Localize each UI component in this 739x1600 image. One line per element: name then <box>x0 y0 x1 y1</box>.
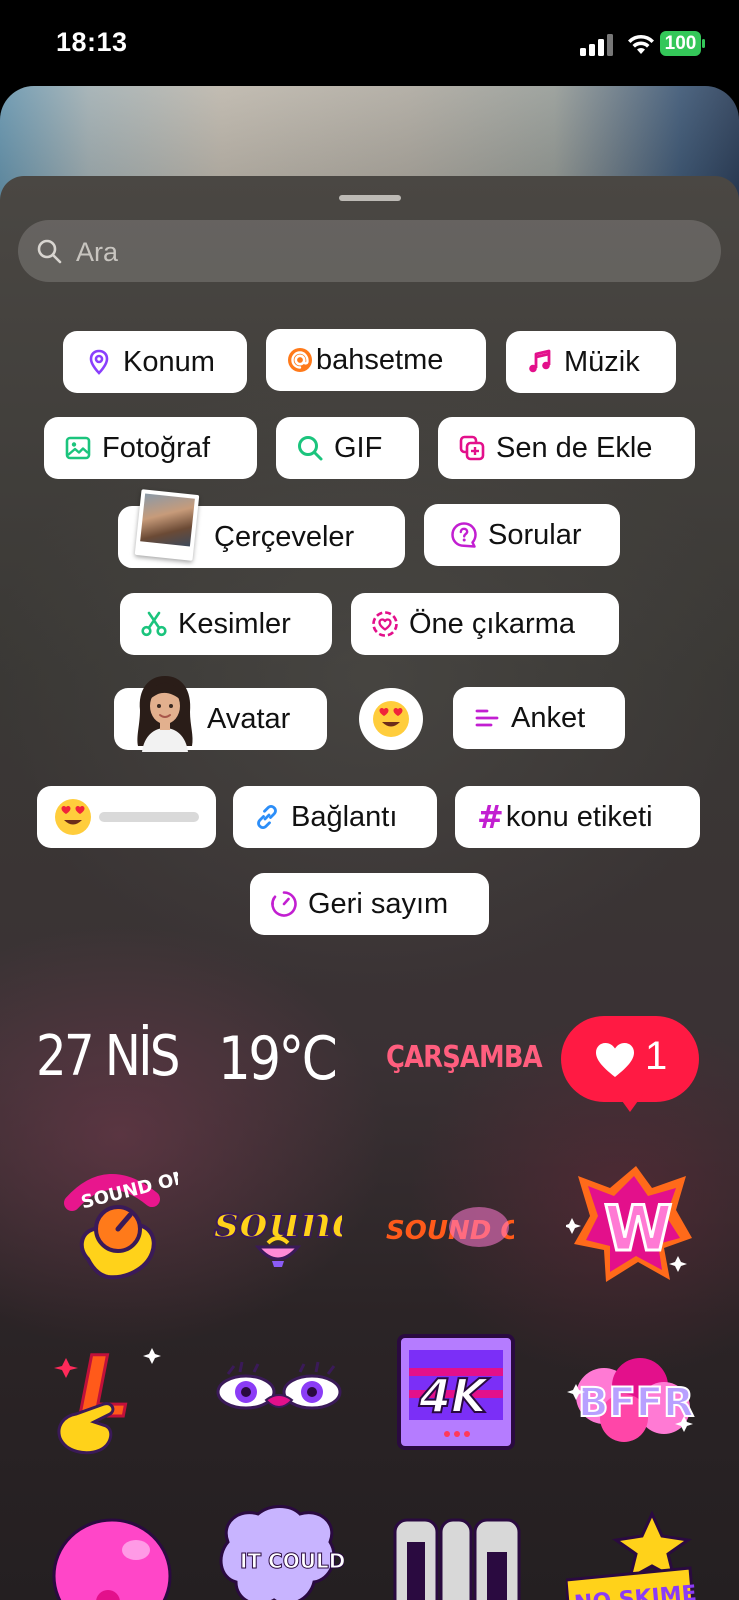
chip-label: Sorular <box>488 518 582 551</box>
countdown-timer-icon <box>270 890 298 918</box>
music-note-icon <box>526 348 554 376</box>
scissors-cutout-icon <box>140 610 168 638</box>
mention-icon <box>286 346 314 374</box>
sticker-text: sound <box>213 1197 342 1248</box>
sticker-sound-on-text[interactable]: SOUND ON! <box>384 1163 514 1293</box>
sticker-l-hand[interactable]: L <box>48 1334 178 1464</box>
chip-konum[interactable]: Konum <box>63 331 247 393</box>
sticker-4k-tv[interactable]: 4K <box>393 1328 523 1458</box>
battery-level: 100 <box>664 33 697 54</box>
heart-eyes-emoji-icon <box>55 799 91 835</box>
chip-label: Öne çıkarma <box>409 607 575 640</box>
status-bar: 18:13 100 <box>0 0 739 88</box>
location-pin-icon <box>85 348 113 376</box>
chip-kesimler[interactable]: Kesimler <box>120 593 332 655</box>
polaroid-frame-thumbnail <box>134 489 200 561</box>
chip-label: Geri sayım <box>308 887 449 920</box>
sticker-text: BFFR <box>578 1380 694 1426</box>
link-icon <box>253 803 281 831</box>
hashtag-icon: # <box>477 798 504 836</box>
chip-label: konu etiketi <box>505 800 653 833</box>
sticker-text: SOUND ON <box>79 1166 178 1213</box>
wifi-icon <box>628 34 654 54</box>
chip-label: Anket <box>511 701 586 734</box>
sticker-text: W <box>604 1192 672 1265</box>
chip-label: Fotoğraf <box>102 431 210 464</box>
chip-label: Sen de Ekle <box>496 431 653 464</box>
status-time: 18:13 <box>56 27 128 57</box>
chip-label: Konum <box>123 345 215 378</box>
chip-fotograf[interactable]: Fotoğraf <box>44 417 257 479</box>
chip-label: Müzik <box>564 345 640 378</box>
avatar-thumbnail <box>137 676 193 752</box>
chip-konu-etiketi[interactable]: # konu etiketi <box>455 786 700 848</box>
add-yours-icon <box>458 434 486 462</box>
chip-geri-sayim[interactable]: Geri sayım <box>250 873 489 935</box>
photo-icon <box>64 434 92 462</box>
search-input[interactable] <box>74 220 678 284</box>
like-count: 1 <box>645 1034 668 1078</box>
poll-icon <box>473 704 501 732</box>
sticker-sound-on-knob[interactable]: SOUND ON <box>48 1163 178 1293</box>
heart-eyes-emoji-icon <box>373 701 409 737</box>
gif-search-icon <box>296 434 324 462</box>
chip-anket[interactable]: Anket <box>453 687 625 749</box>
chip-label: Bağlantı <box>291 800 398 833</box>
temperature-sticker[interactable]: 19°C <box>218 1024 338 1094</box>
heart-icon <box>596 1043 634 1077</box>
chip-bahsetme[interactable]: bahsetme <box>266 329 486 391</box>
chip-label: Avatar <box>207 702 291 735</box>
emoji-slider-sticker[interactable] <box>37 786 216 848</box>
sticker-pink-blob[interactable] <box>48 1506 178 1600</box>
chip-label: bahsetme <box>316 343 444 376</box>
chip-gif[interactable]: GIF <box>276 417 419 479</box>
question-bubble-icon <box>450 521 478 549</box>
sticker-sheet[interactable]: Konum bahsetme Müzik Fotoğraf GIF Sen de… <box>0 176 739 1600</box>
battery-indicator: 100 <box>660 31 706 56</box>
highlight-heart-icon <box>371 610 399 638</box>
chip-sen-de-ekle[interactable]: Sen de Ekle <box>438 417 695 479</box>
sticker-text: IT COULD BE <box>240 1549 344 1573</box>
sticker-mia-letters[interactable] <box>393 1512 523 1600</box>
chip-label: Kesimler <box>178 607 291 640</box>
sticker-no-skimes[interactable]: NO SKIMES <box>566 1506 696 1600</box>
sticker-w-burst[interactable]: W <box>566 1158 696 1288</box>
sticker-text: 4K <box>418 1369 490 1423</box>
search-bar[interactable] <box>18 220 721 284</box>
weekday-sticker[interactable]: ÇARŞAMBA <box>386 1040 543 1075</box>
chip-muzik[interactable]: Müzik <box>506 331 676 393</box>
chip-one-cikarma[interactable]: Öne çıkarma <box>351 593 619 655</box>
sticker-it-could-be[interactable]: IT COULD BE <box>214 1502 344 1600</box>
emoji-slider-chip[interactable] <box>359 688 423 750</box>
chip-label: GIF <box>334 431 383 464</box>
cellular-signal-icon <box>580 34 613 56</box>
chip-label: Çerçeveler <box>214 520 355 553</box>
sticker-sound-bowl[interactable]: sound <box>212 1163 342 1293</box>
chip-sorular[interactable]: Sorular <box>424 504 620 566</box>
like-bubble-tail <box>617 1094 643 1112</box>
sticker-eyes-lips[interactable] <box>214 1334 344 1464</box>
search-icon <box>37 239 62 264</box>
sticker-bffr-bubbles[interactable]: BFFR <box>566 1334 696 1464</box>
like-count-sticker[interactable]: 1 <box>561 1016 699 1112</box>
date-sticker[interactable]: 27 NİS <box>36 1024 180 1089</box>
slider-track <box>99 812 199 822</box>
sheet-drag-handle[interactable] <box>339 195 401 201</box>
chip-baglanti[interactable]: Bağlantı <box>233 786 437 848</box>
